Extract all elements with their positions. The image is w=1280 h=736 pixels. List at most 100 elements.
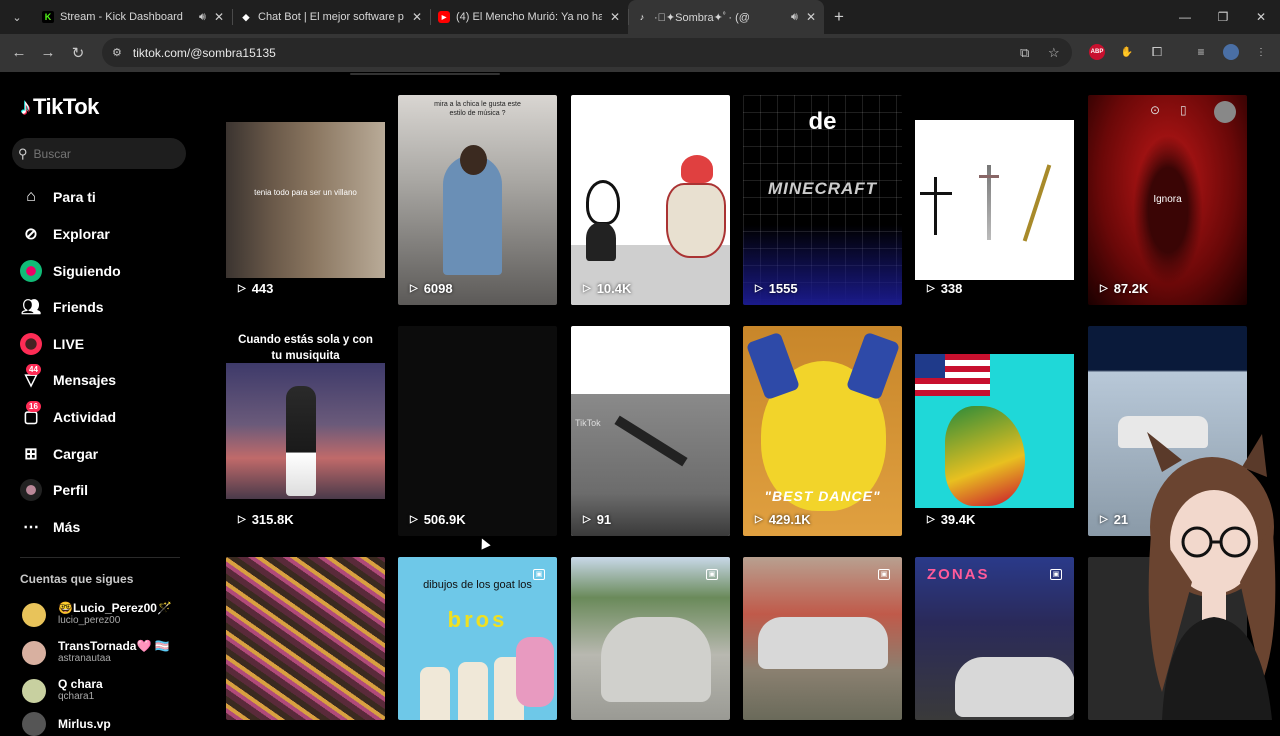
nav-label: Friends	[53, 299, 104, 315]
followed-account[interactable]: Mirlus.vp	[22, 712, 111, 736]
photo-post-icon: ▣	[533, 569, 545, 580]
video-card[interactable]: ZONAS ▣	[915, 557, 1074, 720]
vtuber-avatar-overlay	[1147, 432, 1276, 720]
speaker-icon[interactable]: 🔊︎	[791, 11, 798, 24]
friends-icon: 👥︎	[20, 299, 42, 316]
brand-name: TikTok	[33, 94, 99, 119]
search-input[interactable]	[33, 146, 174, 161]
nav-perfil[interactable]: Perfil	[20, 475, 88, 505]
hollow-knight-body	[586, 223, 616, 261]
video-card[interactable]: ▷ 10.4K	[571, 95, 730, 305]
video-card[interactable]: ▷ 39.4K	[915, 326, 1074, 536]
search-bar[interactable]: ⚲	[12, 138, 186, 169]
nav-label: Para ti	[53, 189, 96, 205]
nav-explorar[interactable]: ⊘ Explorar	[20, 219, 110, 249]
install-app-icon[interactable]: ⧉	[1020, 45, 1029, 61]
followed-account[interactable]: Q chara qchara1	[22, 678, 103, 703]
video-card[interactable]: dibujos de los goat los bros ▣	[398, 557, 557, 720]
nav-live[interactable]: LIVE	[20, 329, 84, 359]
video-card[interactable]: ▣	[571, 557, 730, 720]
url-field[interactable]: ⚙ tiktok.com/@sombra15135 ⧉ ☆	[102, 38, 1072, 67]
browser-menu-icon[interactable]: ⋮	[1253, 44, 1269, 60]
browser-tab[interactable]: ▶ (4) El Mencho Murió: Ya no hay ✕	[430, 0, 628, 34]
kick-favicon-icon: K	[42, 11, 54, 23]
close-tab-icon[interactable]: ✕	[610, 10, 620, 24]
avatar	[22, 678, 46, 703]
nav-mensajes[interactable]: ▽ 44 Mensajes	[20, 364, 116, 395]
view-count: ▷ 87.2K	[1100, 281, 1149, 296]
video-card[interactable]: ▷ 506.9K	[398, 326, 557, 536]
play-icon: ▷	[927, 283, 935, 294]
bookmark-star-icon[interactable]: ☆	[1048, 45, 1060, 61]
extension-hand-icon[interactable]: ✋	[1119, 44, 1135, 60]
video-card[interactable]: de MINECRAFT ▷ 1555	[743, 95, 902, 305]
close-tab-icon[interactable]: ✕	[214, 10, 224, 24]
account-name: 🤓Lucio_Perez00🪄	[58, 601, 172, 615]
creator-avatar[interactable]	[1214, 101, 1236, 123]
tab-search-icon[interactable]: ⌄	[0, 0, 34, 34]
messages-badge: 44	[26, 364, 41, 375]
video-card[interactable]: ▷ 338	[915, 95, 1074, 305]
tiktok-watermark: TikTok	[575, 418, 601, 428]
followed-account[interactable]: TransTornada🩷 🏳️‍⚧️ astranautaa	[22, 640, 170, 665]
browser-tab[interactable]: ◆ Chat Bot | El mejor software par ✕	[232, 0, 430, 34]
view-count: ▷ 315.8K	[238, 512, 294, 527]
nav-actividad[interactable]: ▢ 16 Actividad	[20, 401, 116, 432]
nav-label: Cargar	[53, 446, 99, 462]
play-icon: ▷	[1100, 514, 1108, 525]
minimize-icon[interactable]: —	[1166, 0, 1204, 34]
new-tab-button[interactable]: +	[824, 0, 854, 34]
video-card[interactable]: TikTok ▷ 91	[571, 326, 730, 536]
more-icon: ⋯	[23, 519, 39, 536]
extensions-puzzle-icon[interactable]: ⧠	[1149, 44, 1165, 60]
sword-guard	[979, 175, 999, 178]
adblock-extension-icon[interactable]: ABP	[1089, 44, 1105, 60]
video-card[interactable]: mira a la chica le gusta este estilo de …	[398, 95, 557, 305]
avatar	[22, 712, 46, 736]
profile-avatar-icon[interactable]	[1223, 44, 1239, 60]
character-figure	[286, 386, 316, 496]
pin-icon[interactable]: ⊙	[1150, 103, 1160, 117]
flag-canton	[915, 354, 945, 378]
nav-para-ti[interactable]: ⌂ Para ti	[20, 182, 96, 212]
back-icon[interactable]: ←	[4, 44, 34, 61]
video-thumbnail	[460, 145, 487, 175]
car-shape	[955, 657, 1074, 717]
play-icon: ▷	[927, 514, 935, 525]
nav-friends[interactable]: 👥︎ Friends	[20, 292, 104, 322]
character-figure	[420, 667, 450, 720]
character-ear-right	[845, 331, 901, 401]
speaker-icon[interactable]: 🔊︎	[199, 11, 206, 24]
forward-icon[interactable]: →	[33, 44, 63, 61]
followed-account[interactable]: 🤓Lucio_Perez00🪄 lucio_perez00	[22, 602, 172, 627]
close-tab-icon[interactable]: ✕	[806, 10, 816, 24]
maximize-icon[interactable]: ❐	[1204, 0, 1242, 34]
video-card[interactable]: tenia todo para ser un villano ▷ 443	[226, 95, 385, 305]
nav-mas[interactable]: ⋯ Más	[20, 512, 80, 542]
close-tab-icon[interactable]: ✕	[412, 10, 422, 24]
close-window-icon[interactable]: ✕	[1242, 0, 1280, 34]
video-card[interactable]: Cuando estás sola y con tu musiquita ▷ 31…	[226, 326, 385, 536]
account-handle: lucio_perez00	[58, 615, 121, 626]
site-info-icon[interactable]: ⚙	[112, 46, 122, 59]
play-icon: ▷	[755, 283, 763, 294]
nav-siguiendo[interactable]: Siguiendo	[20, 256, 121, 286]
video-caption: "BEST DANCE"	[764, 488, 881, 504]
video-card[interactable]: "BEST DANCE" ▷ 429.1K	[743, 326, 902, 536]
nav-label: Siguiendo	[53, 263, 121, 279]
account-name: TransTornada🩷 🏳️‍⚧️	[58, 639, 170, 653]
media-control-icon[interactable]: ≡	[1193, 44, 1209, 60]
browser-tab-active[interactable]: ♪ ·ﾟ✦Sombra✦ﾟ· (@ 🔊︎ ✕	[628, 0, 824, 34]
tiktok-logo[interactable]: ♪ TikTok	[20, 94, 99, 120]
video-card[interactable]: Ignora ⊙ ▯ ▷ 87.2K	[1088, 95, 1247, 305]
reload-icon[interactable]: ↻	[63, 44, 93, 62]
nav-label: Explorar	[53, 226, 110, 242]
photo-post-icon: ▣	[706, 569, 718, 580]
account-handle: qchara1	[58, 691, 95, 702]
video-card[interactable]	[226, 557, 385, 720]
browser-tab[interactable]: K Stream - Kick Dashboard 🔊︎ ✕	[34, 0, 232, 34]
device-icon[interactable]: ▯	[1180, 103, 1187, 117]
red-character-head	[681, 155, 713, 183]
nav-cargar[interactable]: ⊞ Cargar	[20, 439, 98, 469]
video-card[interactable]: ▣	[743, 557, 902, 720]
